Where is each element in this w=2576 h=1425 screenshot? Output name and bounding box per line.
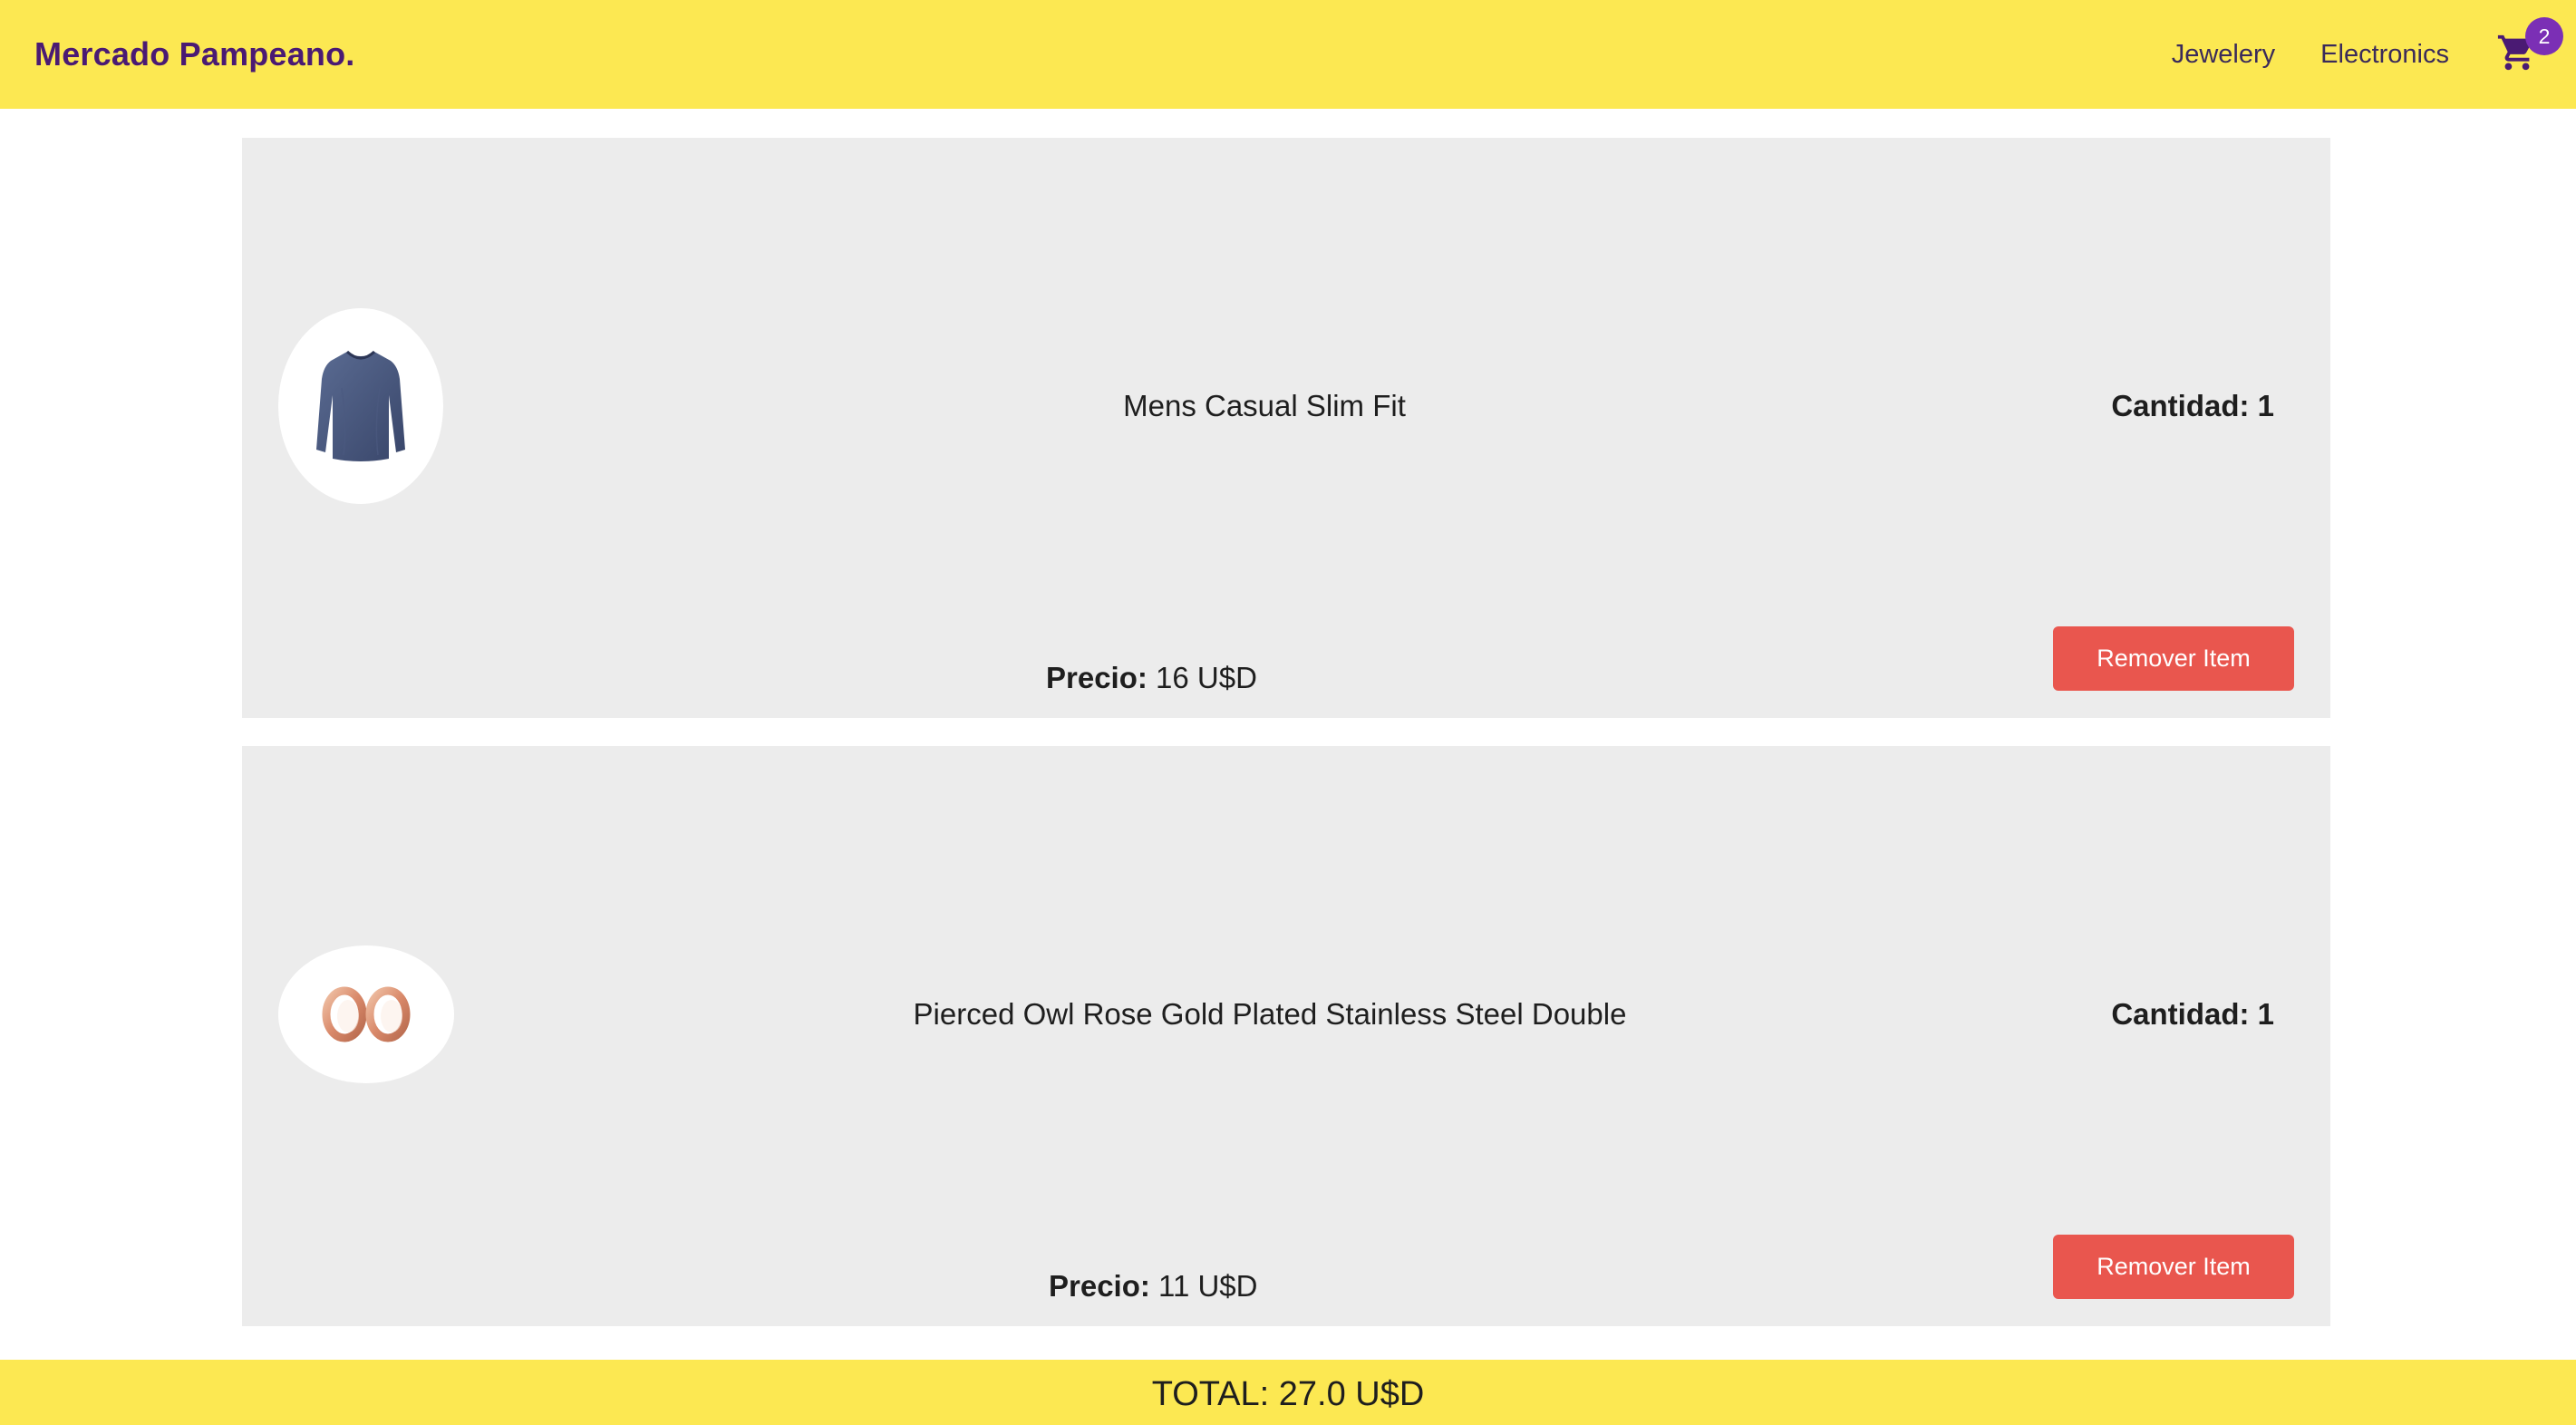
- quantity-label: Cantidad: 1: [2111, 389, 2274, 422]
- price-value: 11 U$D: [1158, 1269, 1258, 1303]
- product-title-container: Pierced Owl Rose Gold Plated Stainless S…: [242, 746, 2298, 1283]
- nav-link-electronics[interactable]: Electronics: [2320, 40, 2449, 70]
- cart-count-badge: 2: [2525, 17, 2563, 55]
- price: Precio: 16 U$D: [1046, 661, 1257, 695]
- price: Precio: 11 U$D: [1049, 1269, 1258, 1304]
- product-title: Mens Casual Slim Fit: [1123, 389, 1406, 422]
- nav-links: Jewelery Electronics 2: [2126, 0, 2563, 109]
- cart-button[interactable]: 2: [2496, 17, 2563, 77]
- brand-logo[interactable]: Mercado Pampeano.: [34, 35, 355, 73]
- nav-link-jewelery[interactable]: Jewelery: [2172, 40, 2275, 70]
- cart-item: Pierced Owl Rose Gold Plated Stainless S…: [242, 746, 2330, 1326]
- remove-item-button[interactable]: Remover Item: [2053, 626, 2294, 691]
- top-navbar: Mercado Pampeano. Jewelery Electronics 2: [0, 0, 2576, 109]
- price-label: Precio:: [1049, 1269, 1150, 1303]
- price-label: Precio:: [1046, 661, 1148, 694]
- cart-total-bar: TOTAL: 27.0 U$D: [0, 1360, 2576, 1425]
- price-value: 16 U$D: [1156, 661, 1257, 694]
- remove-item-button[interactable]: Remover Item: [2053, 1235, 2294, 1299]
- product-title: Pierced Owl Rose Gold Plated Stainless S…: [913, 997, 1627, 1031]
- cart-total: TOTAL: 27.0 U$D: [1151, 1374, 1425, 1413]
- cart-item: Mens Casual Slim Fit Cantidad: 1 Precio:…: [242, 138, 2330, 718]
- product-title-container: Mens Casual Slim Fit: [242, 138, 2287, 674]
- quantity-label: Cantidad: 1: [2111, 997, 2274, 1031]
